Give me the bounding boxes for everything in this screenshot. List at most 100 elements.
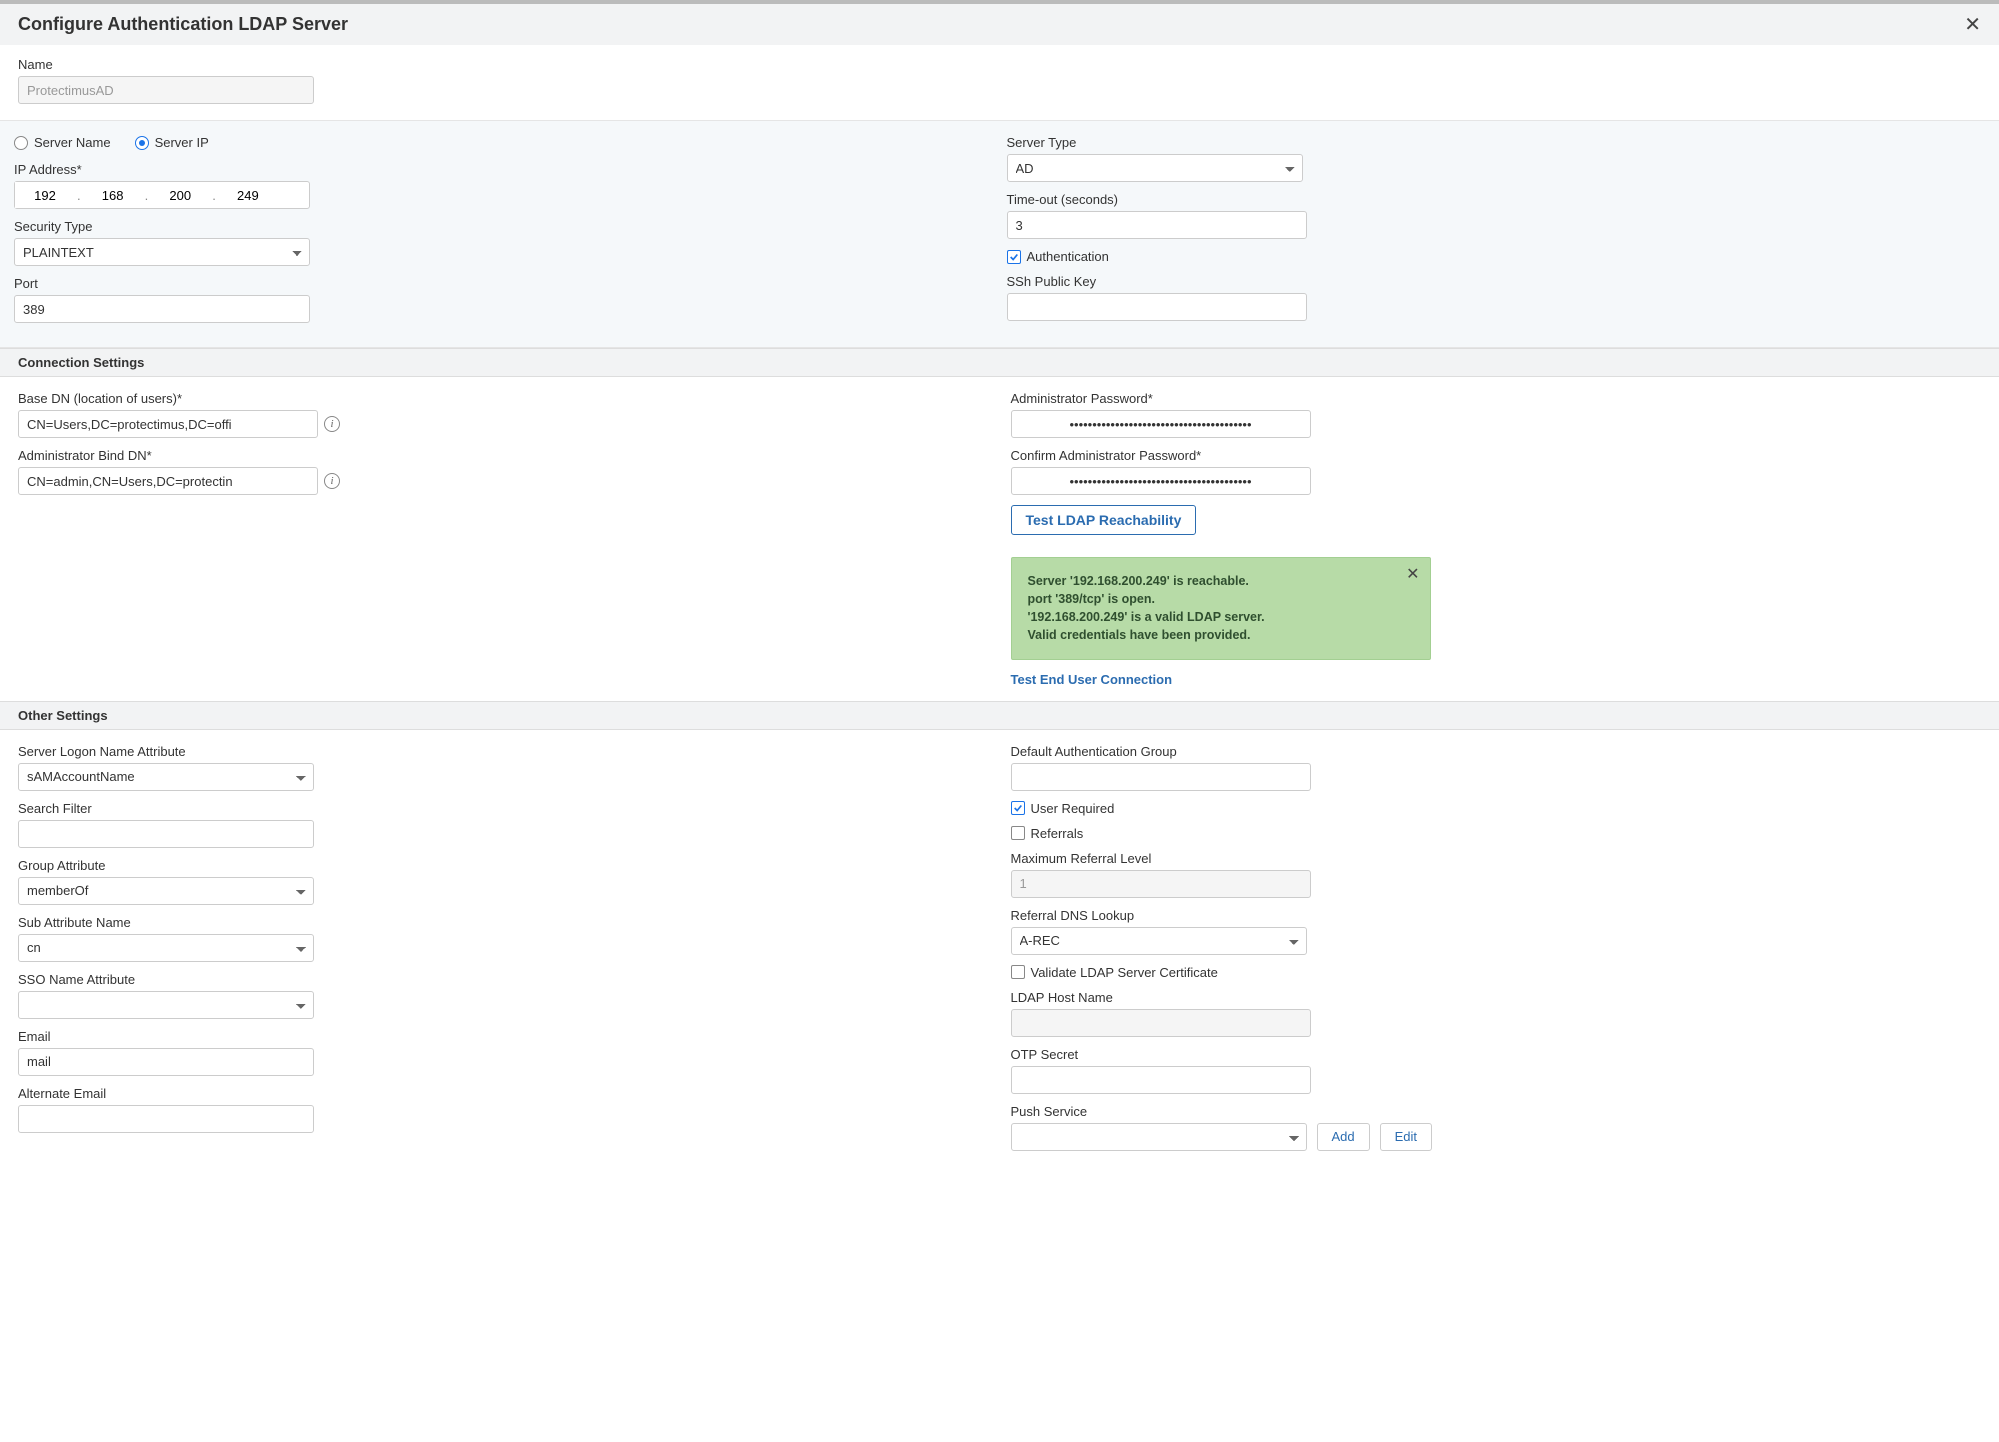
conn-right-col: Administrator Password* Confirm Administ…: [1007, 391, 1986, 687]
admin-pwd-input[interactable]: [1011, 410, 1311, 438]
otp-secret-input[interactable]: [1011, 1066, 1311, 1094]
ssh-key-input[interactable]: [1007, 293, 1307, 321]
server-type-select[interactable]: AD: [1007, 154, 1303, 182]
referral-dns-label: Referral DNS Lookup: [1011, 908, 1982, 923]
group-attr-select[interactable]: memberOf: [18, 877, 314, 905]
ip-address-field: IP Address* . . .: [14, 162, 993, 209]
radio-server-ip[interactable]: Server IP: [135, 135, 209, 150]
authentication-checkbox[interactable]: [1007, 250, 1021, 264]
alt-email-label: Alternate Email: [18, 1086, 989, 1101]
email-input[interactable]: [18, 1048, 314, 1076]
server-type-field: Server Type AD: [1007, 135, 1986, 182]
validate-cert-checkbox[interactable]: [1011, 965, 1025, 979]
name-input[interactable]: [18, 76, 314, 104]
push-service-select[interactable]: [1011, 1123, 1307, 1151]
logon-attr-select[interactable]: sAMAccountName: [18, 763, 314, 791]
logon-attr-label: Server Logon Name Attribute: [18, 744, 989, 759]
authentication-checkbox-row: Authentication: [1007, 249, 1986, 264]
default-auth-group-label: Default Authentication Group: [1011, 744, 1982, 759]
ip-oct-4[interactable]: [218, 182, 278, 208]
test-end-user-link[interactable]: Test End User Connection: [1011, 672, 1173, 687]
port-input[interactable]: [14, 295, 310, 323]
validate-cert-label: Validate LDAP Server Certificate: [1031, 965, 1218, 980]
user-required-label: User Required: [1031, 801, 1115, 816]
confirm-pwd-input[interactable]: [1011, 467, 1311, 495]
alt-email-input[interactable]: [18, 1105, 314, 1133]
max-referral-field: Maximum Referral Level: [1011, 851, 1982, 898]
section-header-connection: Connection Settings: [0, 348, 1999, 377]
sub-attr-field: Sub Attribute Name cn: [18, 915, 989, 962]
search-filter-field: Search Filter: [18, 801, 989, 848]
admin-pwd-field: Administrator Password*: [1011, 391, 1982, 438]
conn-left-col: Base DN (location of users)* i Administr…: [14, 391, 993, 687]
other-settings-panel: Server Logon Name Attribute sAMAccountNa…: [0, 730, 1999, 1175]
ip-oct-3[interactable]: [150, 182, 210, 208]
info-icon[interactable]: i: [324, 473, 340, 489]
default-auth-group-field: Default Authentication Group: [1011, 744, 1982, 791]
bind-dn-field: Administrator Bind DN* i: [18, 448, 989, 495]
referral-dns-select[interactable]: A-REC: [1011, 927, 1307, 955]
test-reachability-button[interactable]: Test LDAP Reachability: [1011, 505, 1197, 535]
security-type-label: Security Type: [14, 219, 993, 234]
status-line: port '389/tcp' is open.: [1028, 590, 1414, 608]
radio-server-ip-label: Server IP: [155, 135, 209, 150]
right-col-server: Server Type AD Time-out (seconds) Authen…: [1007, 135, 1986, 333]
max-referral-input[interactable]: [1011, 870, 1311, 898]
search-filter-label: Search Filter: [18, 801, 989, 816]
check-icon: [1013, 803, 1023, 813]
sso-attr-select[interactable]: [18, 991, 314, 1019]
sub-attr-select[interactable]: cn: [18, 934, 314, 962]
port-field: Port: [14, 276, 993, 323]
email-label: Email: [18, 1029, 989, 1044]
close-icon[interactable]: ✕: [1964, 12, 1981, 37]
radio-server-name[interactable]: Server Name: [14, 135, 111, 150]
timeout-input[interactable]: [1007, 211, 1307, 239]
check-icon: [1009, 252, 1019, 262]
otp-secret-label: OTP Secret: [1011, 1047, 1982, 1062]
user-required-checkbox[interactable]: [1011, 801, 1025, 815]
ssh-key-label: SSh Public Key: [1007, 274, 1986, 289]
group-attr-label: Group Attribute: [18, 858, 989, 873]
sub-attr-label: Sub Attribute Name: [18, 915, 989, 930]
left-col-address: Server Name Server IP IP Address* . . .: [14, 135, 993, 333]
default-auth-group-input[interactable]: [1011, 763, 1311, 791]
referrals-label: Referrals: [1031, 826, 1084, 841]
validate-cert-row: Validate LDAP Server Certificate: [1011, 965, 1982, 980]
timeout-field: Time-out (seconds): [1007, 192, 1986, 239]
server-type-label: Server Type: [1007, 135, 1986, 150]
group-attr-field: Group Attribute memberOf: [18, 858, 989, 905]
address-mode-row: Server Name Server IP: [14, 135, 993, 150]
status-line: '192.168.200.249' is a valid LDAP server…: [1028, 608, 1414, 626]
server-address-panel: Server Name Server IP IP Address* . . .: [0, 120, 1999, 348]
timeout-label: Time-out (seconds): [1007, 192, 1986, 207]
name-section: Name: [0, 45, 1999, 120]
status-line: Valid credentials have been provided.: [1028, 626, 1414, 644]
ip-oct-1[interactable]: [15, 182, 75, 208]
status-close-icon[interactable]: ✕: [1406, 564, 1419, 584]
security-type-select[interactable]: PLAINTEXT: [14, 238, 310, 266]
referrals-row: Referrals: [1011, 826, 1982, 841]
authentication-label: Authentication: [1027, 249, 1109, 264]
ip-address-input[interactable]: . . .: [14, 181, 310, 209]
push-service-field: Push Service Add Edit: [1011, 1104, 1982, 1151]
referrals-checkbox[interactable]: [1011, 826, 1025, 840]
bind-dn-input[interactable]: [18, 467, 318, 495]
other-right-col: Default Authentication Group User Requir…: [1007, 744, 1986, 1161]
ip-oct-2[interactable]: [83, 182, 143, 208]
status-line: Server '192.168.200.249' is reachable.: [1028, 572, 1414, 590]
name-label: Name: [18, 57, 1981, 72]
ldap-host-field: LDAP Host Name: [1011, 990, 1982, 1037]
push-add-button[interactable]: Add: [1317, 1123, 1370, 1151]
port-label: Port: [14, 276, 993, 291]
alt-email-field: Alternate Email: [18, 1086, 989, 1133]
ldap-host-input[interactable]: [1011, 1009, 1311, 1037]
other-left-col: Server Logon Name Attribute sAMAccountNa…: [14, 744, 993, 1161]
push-edit-button[interactable]: Edit: [1380, 1123, 1432, 1151]
base-dn-input[interactable]: [18, 410, 318, 438]
push-service-label: Push Service: [1011, 1104, 1982, 1119]
search-filter-input[interactable]: [18, 820, 314, 848]
radio-server-name-label: Server Name: [34, 135, 111, 150]
info-icon[interactable]: i: [324, 416, 340, 432]
sso-attr-field: SSO Name Attribute: [18, 972, 989, 1019]
confirm-pwd-field: Confirm Administrator Password*: [1011, 448, 1982, 495]
